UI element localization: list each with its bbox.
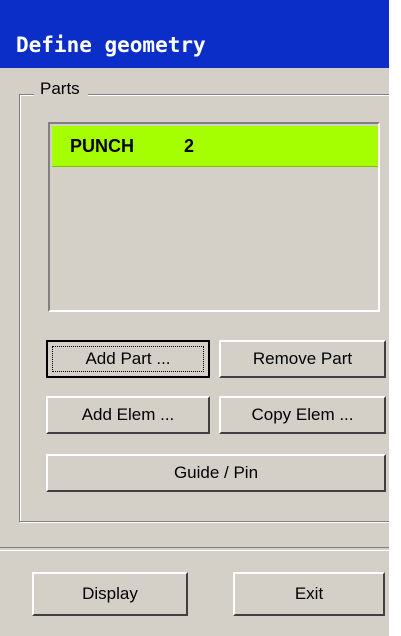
add-elem-label: Add Elem ... — [81, 405, 175, 424]
add-elem-button[interactable]: Add Elem ... — [46, 396, 210, 434]
guide-pin-button[interactable]: Guide / Pin — [46, 454, 386, 492]
focus-indicator — [52, 346, 204, 372]
list-item[interactable]: PUNCH 2 — [52, 126, 378, 167]
parts-listbox[interactable]: PUNCH 2 — [48, 122, 380, 312]
parts-group-label: Parts — [34, 79, 88, 99]
exit-label: Exit — [294, 584, 324, 603]
part-index: 2 — [184, 135, 195, 156]
add-part-button[interactable]: Add Part ... — [46, 340, 210, 378]
display-button[interactable]: Display — [32, 572, 188, 616]
define-geometry-window: Define geometry Parts PUNCH 2 Add Part .… — [0, 0, 397, 636]
remove-part-button[interactable]: Remove Part — [219, 340, 386, 378]
window-title: Define geometry — [0, 0, 389, 68]
bottom-separator — [0, 547, 389, 551]
copy-elem-label: Copy Elem ... — [251, 405, 354, 424]
remove-part-label: Remove Part — [252, 349, 353, 368]
copy-elem-button[interactable]: Copy Elem ... — [219, 396, 386, 434]
background-edge — [389, 0, 401, 636]
part-name: PUNCH — [70, 135, 135, 156]
exit-button[interactable]: Exit — [233, 572, 385, 616]
display-label: Display — [82, 584, 138, 603]
guide-pin-label: Guide / Pin — [173, 463, 259, 482]
